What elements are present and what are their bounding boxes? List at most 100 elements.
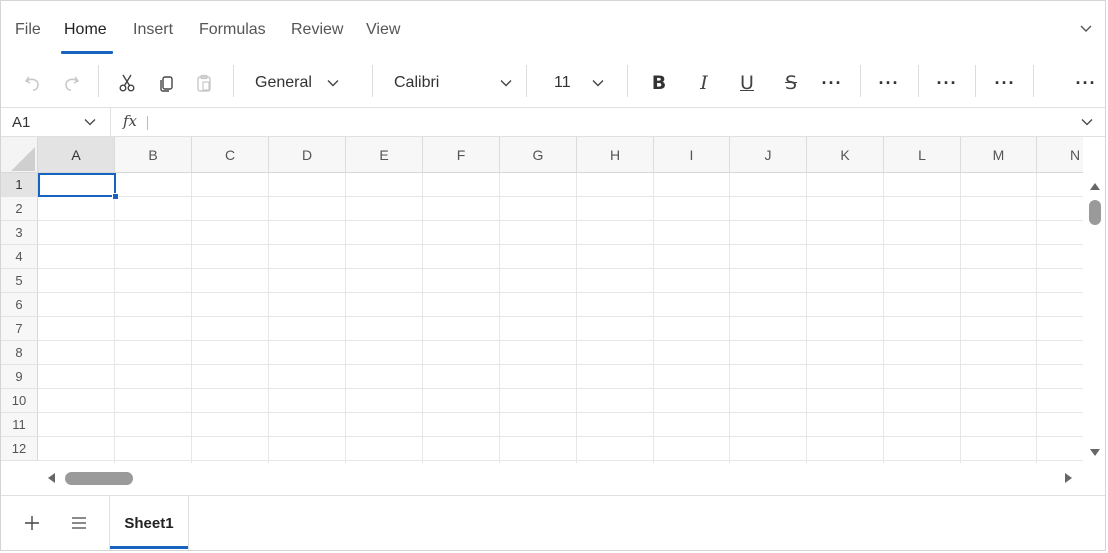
- row-header-11[interactable]: 11: [1, 413, 38, 437]
- chevron-down-icon[interactable]: [83, 115, 97, 129]
- italic-button[interactable]: I: [691, 69, 717, 97]
- row-gridline: [38, 196, 1083, 197]
- row-header-12[interactable]: 12: [1, 437, 38, 461]
- sheet-tab-sheet1[interactable]: Sheet1: [109, 496, 189, 550]
- column-gridline: [1036, 173, 1037, 463]
- tab-review[interactable]: Review: [291, 21, 343, 39]
- column-gridline: [114, 173, 115, 463]
- undo-icon: [24, 76, 39, 91]
- row-header-6[interactable]: 6: [1, 293, 38, 317]
- row-header-10[interactable]: 10: [1, 389, 38, 413]
- column-header-m[interactable]: M: [961, 137, 1037, 173]
- column-header-e[interactable]: E: [346, 137, 423, 173]
- fill-handle[interactable]: [112, 193, 119, 200]
- scroll-up-arrow-icon[interactable]: [1090, 182, 1100, 190]
- horizontal-scrollbar[interactable]: [39, 465, 1083, 491]
- row-gridline: [38, 220, 1083, 221]
- more-alignment-button[interactable]: ···: [876, 69, 902, 97]
- column-header-h[interactable]: H: [577, 137, 654, 173]
- cut-button[interactable]: [115, 69, 139, 97]
- spreadsheet-app: File Home Insert Formulas Review View Ge…: [0, 0, 1106, 551]
- row-gridline: [38, 316, 1083, 317]
- column-header-j[interactable]: J: [730, 137, 807, 173]
- bold-button[interactable]: B: [646, 69, 672, 97]
- scroll-left-arrow-icon[interactable]: [47, 473, 55, 483]
- column-header-d[interactable]: D: [269, 137, 346, 173]
- row-header-2[interactable]: 2: [1, 197, 38, 221]
- horizontal-scroll-thumb[interactable]: [65, 472, 133, 485]
- active-sheet-indicator: [110, 546, 188, 549]
- active-cell-selection[interactable]: [38, 173, 116, 197]
- row-header-5[interactable]: 5: [1, 269, 38, 293]
- hamburger-menu-icon[interactable]: [71, 516, 87, 530]
- column-header-k[interactable]: K: [807, 137, 884, 173]
- number-format-dropdown[interactable]: General: [255, 69, 355, 97]
- redo-button[interactable]: [59, 69, 83, 97]
- column-header-i[interactable]: I: [654, 137, 730, 173]
- chevron-down-icon: [327, 80, 339, 87]
- collapse-ribbon-button[interactable]: [1077, 19, 1095, 37]
- paste-button[interactable]: [192, 69, 216, 97]
- row-header-8[interactable]: 8: [1, 341, 38, 365]
- column-gridline: [191, 173, 192, 463]
- row-gridline: [38, 388, 1083, 389]
- more-editing-button[interactable]: ···: [992, 69, 1018, 97]
- toolbar-separator: [975, 65, 976, 97]
- select-all-corner[interactable]: [1, 137, 38, 173]
- chevron-down-icon[interactable]: [1080, 115, 1094, 129]
- redo-icon: [65, 76, 80, 91]
- scroll-down-arrow-icon[interactable]: [1090, 449, 1100, 457]
- font-name-dropdown[interactable]: Calibri: [389, 69, 513, 97]
- formula-bar: A1 fx: [1, 107, 1105, 137]
- column-header-g[interactable]: G: [500, 137, 577, 173]
- ellipsis-icon: ···: [994, 73, 1016, 93]
- column-header-f[interactable]: F: [423, 137, 500, 173]
- row-gridline: [38, 460, 1083, 461]
- column-header-b[interactable]: B: [115, 137, 192, 173]
- column-gridline: [960, 173, 961, 463]
- overflow-menu-button[interactable]: ···: [1073, 69, 1099, 97]
- tab-home[interactable]: Home: [64, 21, 107, 39]
- cell-grid[interactable]: ABCDEFGHIJKLMN 1 2 3 4 5 6 7 8 9 10 11 12: [1, 137, 1083, 463]
- column-header-l[interactable]: L: [884, 137, 961, 173]
- underline-button[interactable]: U: [734, 69, 760, 97]
- add-sheet-icon[interactable]: [23, 514, 41, 532]
- tab-insert[interactable]: Insert: [133, 21, 173, 39]
- more-cells-button[interactable]: ···: [934, 69, 960, 97]
- tab-file[interactable]: File: [15, 21, 41, 39]
- column-gridline: [345, 173, 346, 463]
- row-gridline: [38, 412, 1083, 413]
- toolbar-separator: [526, 65, 527, 97]
- row-gridline: [38, 268, 1083, 269]
- row-header-1[interactable]: 1: [1, 173, 38, 197]
- tab-formulas[interactable]: Formulas: [199, 21, 266, 39]
- more-font-options-button[interactable]: ···: [819, 69, 845, 97]
- ellipsis-icon: ···: [821, 73, 843, 93]
- ribbon-toolbar: General Calibri 11 B I U S ··· ··· ··· ·…: [1, 57, 1105, 107]
- tab-view[interactable]: View: [366, 21, 400, 39]
- copy-icon: [160, 76, 173, 92]
- row-header-4[interactable]: 4: [1, 245, 38, 269]
- row-header-3[interactable]: 3: [1, 221, 38, 245]
- font-size-dropdown[interactable]: 11: [549, 69, 605, 97]
- column-header-n[interactable]: N: [1037, 137, 1083, 173]
- column-header-a[interactable]: A: [38, 137, 115, 173]
- undo-button[interactable]: [21, 69, 45, 97]
- toolbar-separator: [233, 65, 234, 97]
- copy-button[interactable]: [155, 69, 179, 97]
- vertical-scroll-thumb[interactable]: [1089, 200, 1101, 225]
- toolbar-separator: [860, 65, 861, 97]
- row-header-9[interactable]: 9: [1, 365, 38, 389]
- function-icon[interactable]: fx: [123, 112, 137, 130]
- column-gridline: [883, 173, 884, 463]
- formula-bar-separator: [110, 108, 111, 137]
- strikethrough-button[interactable]: S: [778, 69, 804, 97]
- row-gridline: [38, 436, 1083, 437]
- formula-input[interactable]: [147, 116, 148, 130]
- name-box[interactable]: A1: [12, 114, 30, 131]
- column-header-c[interactable]: C: [192, 137, 269, 173]
- row-header-7[interactable]: 7: [1, 317, 38, 341]
- vertical-scrollbar[interactable]: [1083, 173, 1105, 463]
- ellipsis-icon: ···: [1075, 73, 1097, 93]
- scroll-right-arrow-icon[interactable]: [1065, 473, 1073, 483]
